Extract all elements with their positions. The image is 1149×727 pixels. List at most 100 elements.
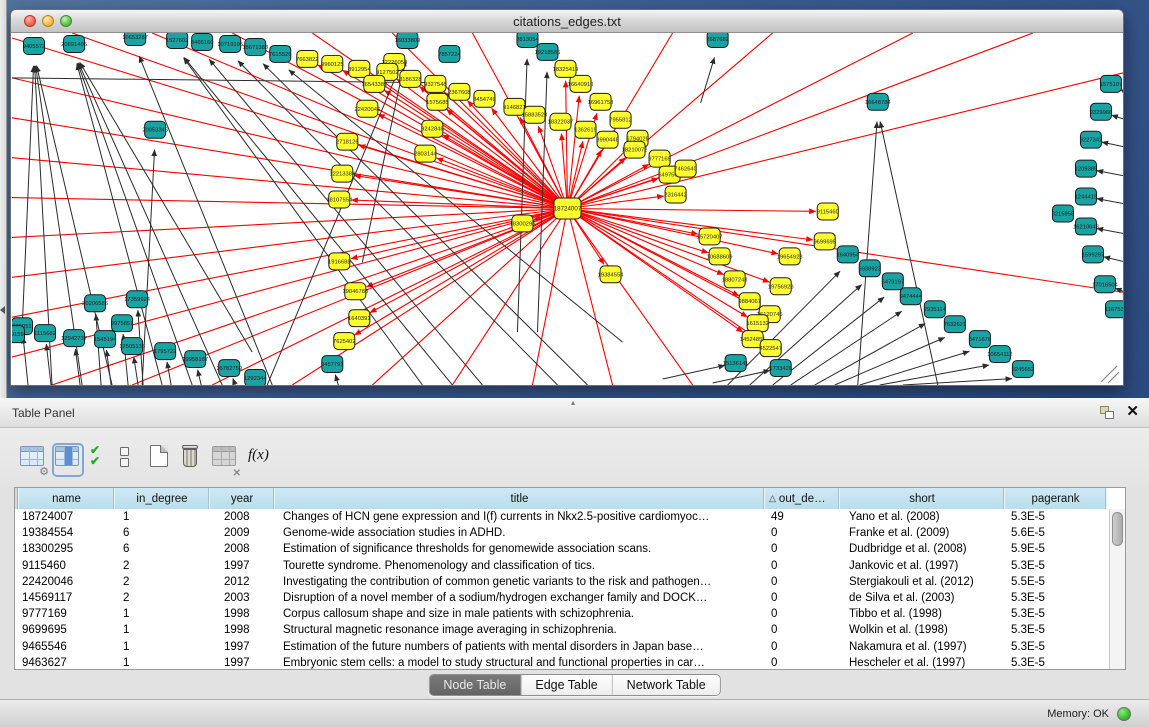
cell-name[interactable]: 14569117 — [19, 590, 115, 606]
cell-year[interactable]: 1998 — [210, 606, 275, 622]
vertical-scrollbar[interactable] — [1109, 509, 1125, 669]
cell-title[interactable]: Investigating the contribution of common… — [275, 574, 765, 590]
cell-title[interactable]: Tourette syndrome. Phenomenology and cla… — [275, 558, 765, 574]
cell-in_degree[interactable]: 1 — [115, 622, 210, 638]
cell-pagerank[interactable]: 5.3E-5 — [1005, 622, 1107, 638]
column-header-name[interactable]: name — [19, 488, 115, 509]
citation-network-graph[interactable]: 9405572206914061065328715276028466160107… — [12, 33, 1123, 385]
left-splitter-gutter[interactable] — [0, 0, 7, 398]
cell-name[interactable]: 9699695 — [19, 622, 115, 638]
scrollbar-thumb[interactable] — [1112, 512, 1123, 546]
select-all-columns-button[interactable]: ✔✔ — [90, 445, 116, 473]
table-row[interactable]: 1456911722003Disruption of a novel membe… — [15, 590, 1109, 606]
table-row[interactable]: 2242004622012Investigating the contribut… — [15, 574, 1109, 590]
column-header-in_degree[interactable]: in_degree — [115, 488, 210, 509]
cell-in_degree[interactable]: 6 — [115, 525, 210, 541]
cell-title[interactable]: Genome-wide association studies in ADHD. — [275, 525, 765, 541]
cell-out_de…[interactable]: 49 — [765, 509, 840, 525]
cell-title[interactable]: Disruption of a novel member of a sodium… — [275, 590, 765, 606]
cell-title[interactable]: Estimation of the future numbers of pati… — [275, 639, 765, 655]
cell-out_de…[interactable]: 0 — [765, 606, 840, 622]
cell-short[interactable]: Franke et al. (2009) — [840, 525, 1005, 541]
network-window-titlebar[interactable]: citations_edges.txt — [11, 10, 1123, 33]
table-row[interactable]: 946554611997Estimation of the future num… — [15, 639, 1109, 655]
column-header-title[interactable]: title — [275, 488, 765, 509]
cell-in_degree[interactable]: 1 — [115, 509, 210, 525]
cell-pagerank[interactable]: 5.3E-5 — [1005, 509, 1107, 525]
float-panel-icon[interactable] — [1100, 406, 1115, 420]
tab-edge-table[interactable]: Edge Table — [521, 675, 612, 695]
cell-year[interactable]: 2008 — [210, 541, 275, 557]
cell-out_de…[interactable]: 0 — [765, 590, 840, 606]
cell-in_degree[interactable]: 6 — [115, 541, 210, 557]
row-column-toggle-button[interactable] — [120, 447, 146, 475]
cell-in_degree[interactable]: 2 — [115, 558, 210, 574]
splitter-collapse-arrow[interactable] — [0, 306, 5, 314]
function-builder-button[interactable]: f(x) — [248, 447, 274, 475]
memory-ok-indicator[interactable] — [1117, 707, 1131, 721]
cell-year[interactable]: 1997 — [210, 558, 275, 574]
cell-short[interactable]: Nakamura et al. (1997) — [840, 639, 1005, 655]
cell-out_de…[interactable]: 0 — [765, 655, 840, 669]
cell-in_degree[interactable]: 1 — [115, 606, 210, 622]
cell-name[interactable]: 9115460 — [19, 558, 115, 574]
cell-short[interactable]: Jankovic et al. (1997) — [840, 558, 1005, 574]
cell-pagerank[interactable]: 5.3E-5 — [1005, 655, 1107, 669]
cell-name[interactable]: 9465546 — [19, 639, 115, 655]
cell-title[interactable]: Corpus callosum shape and size in male p… — [275, 606, 765, 622]
table-row[interactable]: 946362711997Embryonic stem cells: a mode… — [15, 655, 1109, 669]
column-header-pagerank[interactable]: pagerank — [1005, 488, 1107, 509]
cell-year[interactable]: 2008 — [210, 509, 275, 525]
table-row[interactable]: 1830029562008Estimation of significance … — [15, 541, 1109, 557]
table-row[interactable]: 911546021997Tourette syndrome. Phenomeno… — [15, 558, 1109, 574]
cell-name[interactable]: 9463627 — [19, 655, 115, 669]
table-mode-settings-button[interactable]: ⚙ — [20, 446, 46, 474]
cell-title[interactable]: Structural magnetic resonance image aver… — [275, 622, 765, 638]
table-row[interactable]: 977716911998Corpus callosum shape and si… — [15, 606, 1109, 622]
close-panel-icon[interactable]: ✕ — [1126, 403, 1139, 421]
cell-pagerank[interactable]: 5.3E-5 — [1005, 590, 1107, 606]
cell-title[interactable]: Estimation of significance thresholds fo… — [275, 541, 765, 557]
cell-short[interactable]: Dudbridge et al. (2008) — [840, 541, 1005, 557]
cell-short[interactable]: de Silva et al. (2003) — [840, 590, 1005, 606]
table-row[interactable]: 1872400712008Changes of HCN gene express… — [15, 509, 1109, 525]
table-row[interactable]: 1938455462009Genome-wide association stu… — [15, 525, 1109, 541]
cell-name[interactable]: 18724007 — [19, 509, 115, 525]
cell-in_degree[interactable]: 1 — [115, 655, 210, 669]
cell-title[interactable]: Changes of HCN gene expression and I(f) … — [275, 509, 765, 525]
cell-pagerank[interactable]: 5.5E-5 — [1005, 574, 1107, 590]
column-header-out_de…[interactable]: △out_de… — [765, 488, 840, 509]
cell-name[interactable]: 19384554 — [19, 525, 115, 541]
panel-split-handle[interactable]: ▴ — [571, 398, 575, 407]
cell-in_degree[interactable]: 2 — [115, 590, 210, 606]
cell-out_de…[interactable]: 0 — [765, 574, 840, 590]
cell-out_de…[interactable]: 0 — [765, 525, 840, 541]
cell-out_de…[interactable]: 0 — [765, 622, 840, 638]
tab-network-table[interactable]: Network Table — [613, 675, 720, 695]
cell-year[interactable]: 2012 — [210, 574, 275, 590]
cell-out_de…[interactable]: 0 — [765, 558, 840, 574]
cell-name[interactable]: 22420046 — [19, 574, 115, 590]
cell-in_degree[interactable]: 2 — [115, 574, 210, 590]
table-row[interactable]: 969969511998Structural magnetic resonanc… — [15, 622, 1109, 638]
cell-short[interactable]: Hescheler et al. (1997) — [840, 655, 1005, 669]
cell-year[interactable]: 1997 — [210, 655, 275, 669]
cell-out_de…[interactable]: 0 — [765, 541, 840, 557]
cell-year[interactable]: 2009 — [210, 525, 275, 541]
create-table-button[interactable] — [150, 445, 176, 473]
cell-out_de…[interactable]: 0 — [765, 639, 840, 655]
delete-rows-button[interactable] — [181, 445, 207, 473]
cell-short[interactable]: Wolkin et al. (1998) — [840, 622, 1005, 638]
cell-name[interactable]: 18300295 — [19, 541, 115, 557]
column-header-short[interactable]: short — [840, 488, 1005, 509]
cell-name[interactable]: 9777169 — [19, 606, 115, 622]
cell-pagerank[interactable]: 5.9E-5 — [1005, 541, 1107, 557]
cell-pagerank[interactable]: 5.3E-5 — [1005, 639, 1107, 655]
cell-pagerank[interactable]: 5.6E-5 — [1005, 525, 1107, 541]
show-columns-button[interactable] — [55, 446, 81, 474]
cell-pagerank[interactable]: 5.3E-5 — [1005, 558, 1107, 574]
tab-node-table[interactable]: Node Table — [429, 675, 521, 695]
cell-pagerank[interactable]: 5.3E-5 — [1005, 606, 1107, 622]
cell-year[interactable]: 1997 — [210, 639, 275, 655]
column-header-year[interactable]: year — [210, 488, 275, 509]
